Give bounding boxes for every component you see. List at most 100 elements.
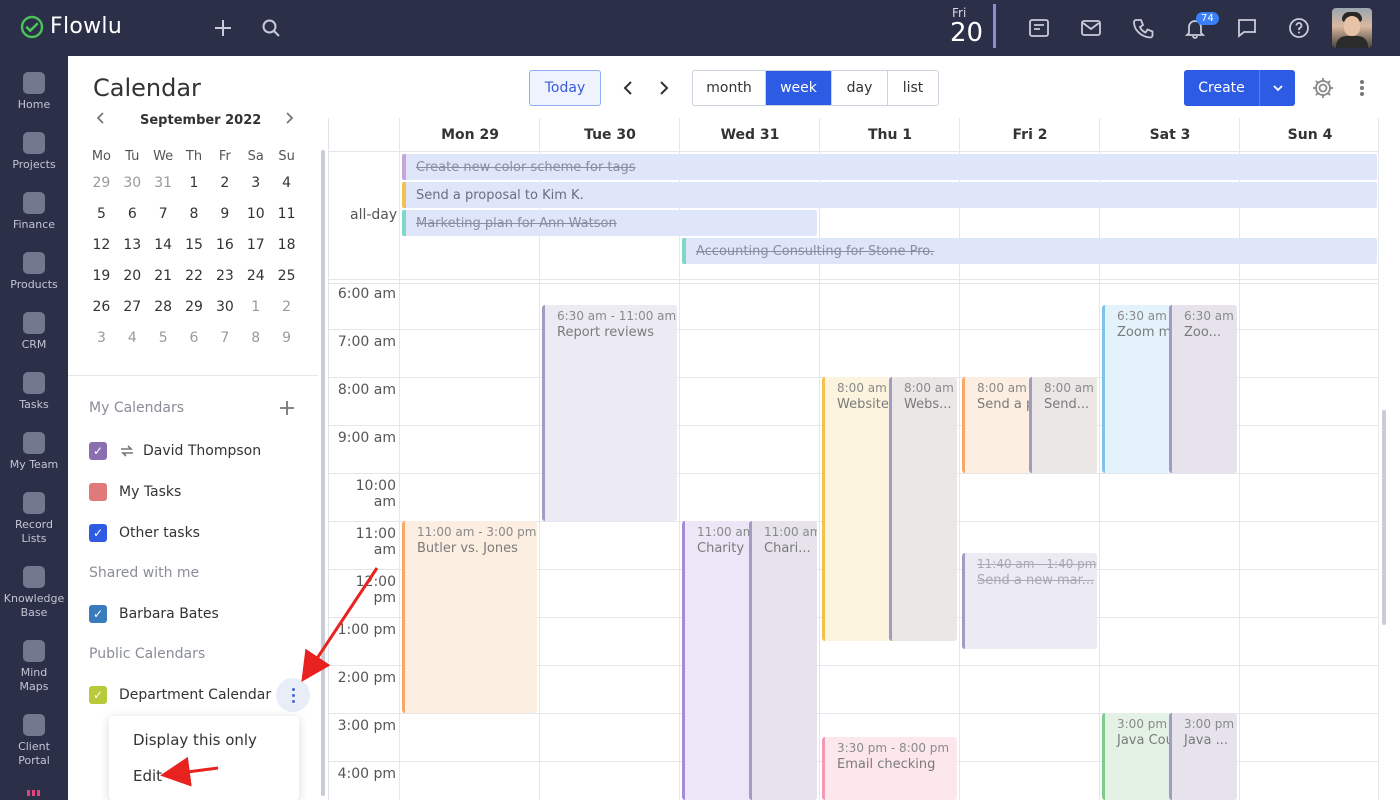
mini-day[interactable]: 27 bbox=[117, 299, 148, 315]
mini-day[interactable]: 30 bbox=[117, 175, 148, 191]
search-icon[interactable] bbox=[259, 16, 283, 40]
checkbox-checked[interactable]: ✓ bbox=[89, 524, 107, 542]
add-calendar-button[interactable] bbox=[278, 399, 296, 421]
nav-finance[interactable]: Finance bbox=[0, 192, 68, 232]
prev-week-button[interactable] bbox=[618, 78, 638, 98]
event-website-overlap[interactable]: 8:00 am Webs... bbox=[889, 377, 957, 641]
event-send-new-mar[interactable]: 11:40 am - 1:40 pm Send a new mar... bbox=[962, 553, 1097, 649]
mini-day[interactable]: 16 bbox=[209, 237, 240, 253]
mini-day[interactable]: 12 bbox=[86, 237, 117, 253]
create-button[interactable]: Create bbox=[1184, 70, 1295, 106]
event-butler-vs-jones[interactable]: 11:00 am - 3:00 pm Butler vs. Jones bbox=[402, 521, 537, 713]
mini-prev-month[interactable] bbox=[96, 112, 106, 128]
today-button[interactable]: Today bbox=[529, 70, 601, 106]
notes-icon[interactable] bbox=[1027, 16, 1051, 40]
day-header-sun[interactable]: Sun 4 bbox=[1240, 127, 1380, 143]
mini-day[interactable]: 11 bbox=[271, 206, 302, 222]
mini-day[interactable]: 3 bbox=[240, 175, 271, 191]
checkbox-checked[interactable]: ✓ bbox=[89, 605, 107, 623]
sidebar-scrollbar[interactable] bbox=[321, 150, 325, 796]
avatar[interactable] bbox=[1332, 8, 1372, 48]
mini-day[interactable]: 5 bbox=[86, 206, 117, 222]
calendar-item-barbara-bates[interactable]: ✓ Barbara Bates bbox=[89, 604, 219, 624]
mini-day[interactable]: 10 bbox=[240, 206, 271, 222]
apps-grid-icon[interactable] bbox=[27, 790, 41, 796]
phone-icon[interactable] bbox=[1131, 16, 1155, 40]
mini-day[interactable]: 14 bbox=[148, 237, 179, 253]
chat-icon[interactable] bbox=[1235, 16, 1259, 40]
mini-day[interactable]: 29 bbox=[179, 299, 210, 315]
mini-day[interactable]: 24 bbox=[240, 268, 271, 284]
mini-day[interactable]: 21 bbox=[148, 268, 179, 284]
more-vertical-icon[interactable] bbox=[1350, 76, 1374, 100]
nav-products[interactable]: Products bbox=[0, 252, 68, 292]
nav-home[interactable]: Home bbox=[0, 72, 68, 112]
nav-my-team[interactable]: My Team bbox=[0, 432, 68, 472]
event-send-overlap[interactable]: 8:00 am Send... bbox=[1029, 377, 1097, 473]
mini-day[interactable]: 2 bbox=[209, 175, 240, 191]
menu-display-this-only[interactable]: Display this only bbox=[133, 731, 257, 749]
mini-next-month[interactable] bbox=[284, 112, 294, 128]
mini-day[interactable]: 9 bbox=[209, 206, 240, 222]
nav-projects[interactable]: Projects bbox=[0, 132, 68, 172]
app-logo[interactable]: Flowlu bbox=[20, 14, 122, 39]
mini-day[interactable]: 28 bbox=[148, 299, 179, 315]
nav-knowledge-base[interactable]: Knowledge Base bbox=[0, 566, 68, 620]
day-header-sat[interactable]: Sat 3 bbox=[1100, 127, 1240, 143]
checkbox-checked[interactable]: ✓ bbox=[89, 686, 107, 704]
today-date[interactable]: Fri 20 bbox=[950, 4, 996, 48]
calendar-item-other-tasks[interactable]: ✓ Other tasks bbox=[89, 523, 200, 543]
mini-day[interactable]: 7 bbox=[148, 206, 179, 222]
mini-day[interactable]: 20 bbox=[117, 268, 148, 284]
calendar-options-button[interactable] bbox=[276, 678, 310, 712]
mini-day[interactable]: 6 bbox=[117, 206, 148, 222]
mini-day[interactable]: 31 bbox=[148, 175, 179, 191]
mini-day[interactable]: 4 bbox=[271, 175, 302, 191]
mail-icon[interactable] bbox=[1079, 16, 1103, 40]
next-week-button[interactable] bbox=[654, 78, 674, 98]
mini-day[interactable]: 13 bbox=[117, 237, 148, 253]
view-list-button[interactable]: list bbox=[888, 71, 938, 105]
day-header-thu[interactable]: Thu 1 bbox=[820, 127, 960, 143]
allday-event[interactable]: Accounting Consulting for Stone Pro. bbox=[682, 238, 1377, 264]
mini-day[interactable]: 2 bbox=[271, 299, 302, 315]
mini-day[interactable]: 29 bbox=[86, 175, 117, 191]
mini-day[interactable]: 25 bbox=[271, 268, 302, 284]
mini-day[interactable]: 6 bbox=[179, 330, 210, 346]
checkbox-checked[interactable]: ✓ bbox=[89, 442, 107, 460]
mini-day[interactable]: 8 bbox=[240, 330, 271, 346]
mini-day[interactable]: 4 bbox=[117, 330, 148, 346]
mini-day[interactable]: 17 bbox=[240, 237, 271, 253]
create-dropdown[interactable] bbox=[1260, 70, 1295, 106]
mini-day[interactable]: 5 bbox=[148, 330, 179, 346]
mini-day[interactable]: 1 bbox=[240, 299, 271, 315]
mini-day[interactable]: 1 bbox=[179, 175, 210, 191]
day-header-mon[interactable]: Mon 29 bbox=[400, 127, 540, 143]
event-email-checking[interactable]: 3:30 pm - 8:00 pm Email checking bbox=[822, 737, 957, 800]
grid-scrollbar[interactable] bbox=[1382, 410, 1386, 625]
day-header-tue[interactable]: Tue 30 bbox=[540, 127, 680, 143]
view-month-button[interactable]: month bbox=[693, 71, 766, 105]
view-week-button[interactable]: week bbox=[766, 71, 832, 105]
nav-record-lists[interactable]: Record Lists bbox=[0, 492, 68, 546]
event-java-overlap[interactable]: 3:00 pm Java ... bbox=[1169, 713, 1237, 800]
mini-day[interactable]: 15 bbox=[179, 237, 210, 253]
event-charity-overlap[interactable]: 11:00 am Chari... bbox=[749, 521, 817, 800]
mini-day[interactable]: 9 bbox=[271, 330, 302, 346]
settings-gear-icon[interactable] bbox=[1311, 76, 1335, 100]
nav-tasks[interactable]: Tasks bbox=[0, 372, 68, 412]
event-zoom-overlap[interactable]: 6:30 am Zoo... bbox=[1169, 305, 1237, 473]
nav-crm[interactable]: CRM bbox=[0, 312, 68, 352]
mini-day[interactable]: 22 bbox=[179, 268, 210, 284]
nav-mind-maps[interactable]: Mind Maps bbox=[0, 640, 68, 694]
event-report-reviews[interactable]: 6:30 am - 11:00 am Report reviews bbox=[542, 305, 677, 521]
mini-day[interactable]: 3 bbox=[86, 330, 117, 346]
mini-day[interactable]: 18 bbox=[271, 237, 302, 253]
help-icon[interactable] bbox=[1287, 16, 1311, 40]
mini-day[interactable]: 19 bbox=[86, 268, 117, 284]
menu-edit[interactable]: Edit bbox=[133, 767, 162, 785]
mini-day[interactable]: 23 bbox=[209, 268, 240, 284]
mini-day[interactable]: 26 bbox=[86, 299, 117, 315]
mini-day[interactable]: 8 bbox=[179, 206, 210, 222]
day-header-wed[interactable]: Wed 31 bbox=[680, 127, 820, 143]
